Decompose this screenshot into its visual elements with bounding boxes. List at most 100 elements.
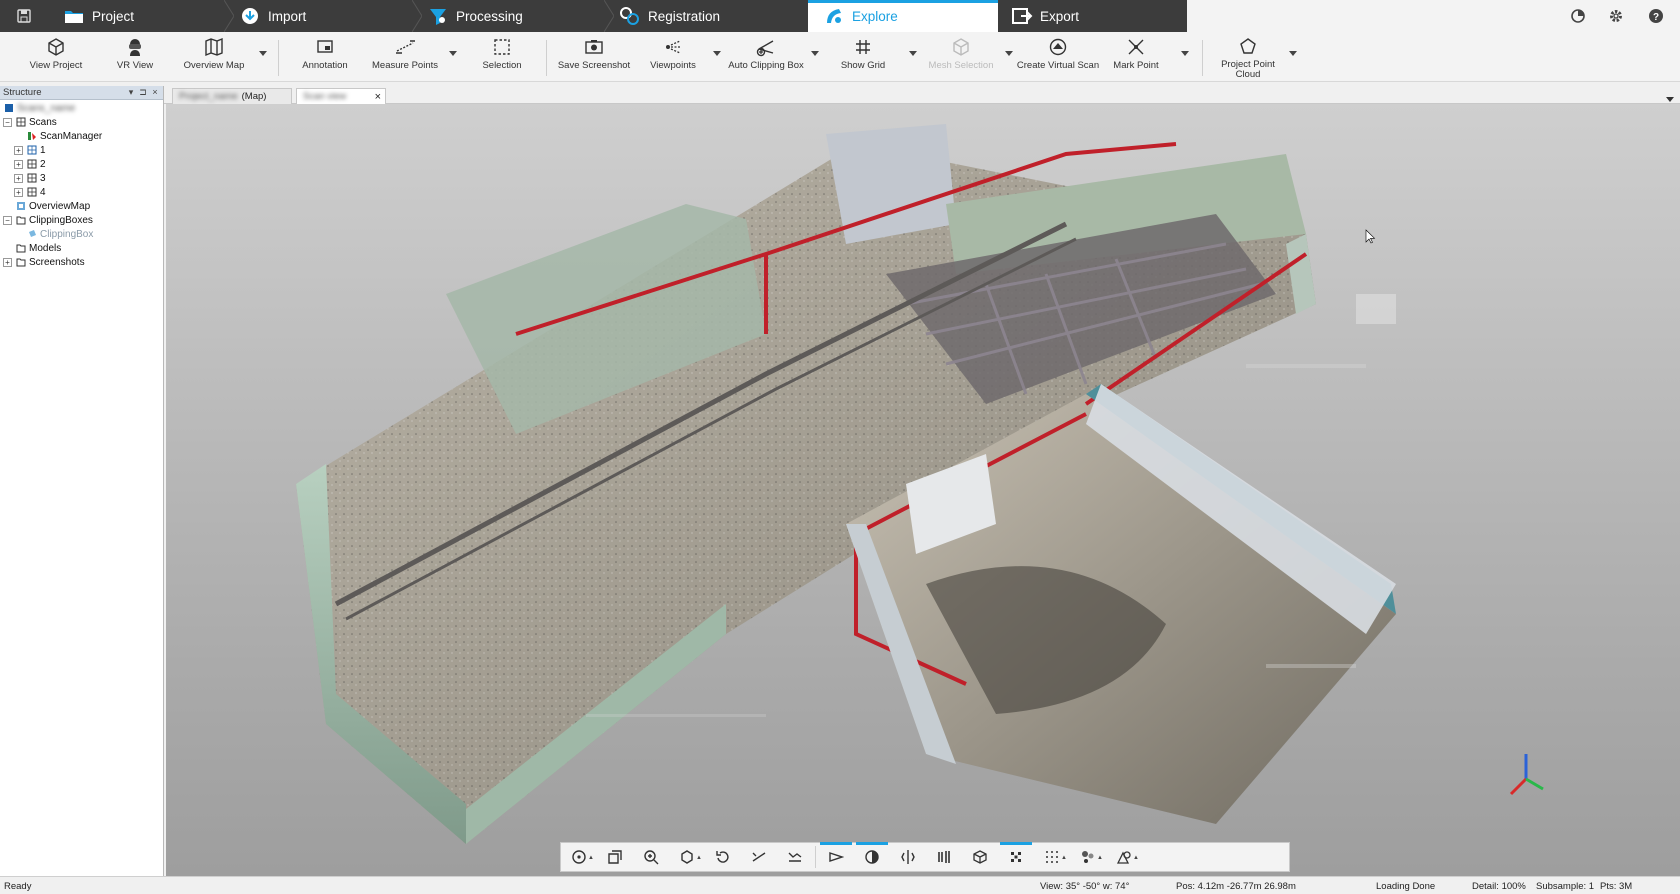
structure-header: Structure ▾ ⊐ × (0, 86, 163, 100)
box-clip-button[interactable] (962, 843, 998, 871)
mark-point-dropdown[interactable] (1180, 48, 1190, 58)
chevron-down-icon (909, 50, 917, 56)
clipping-icon (829, 852, 844, 862)
zoom-icon (644, 850, 659, 865)
tree-label: OverviewMap (29, 200, 91, 212)
tree-item-scan-1[interactable]: + 1 (14, 143, 46, 157)
panel-menu-button[interactable]: ▾ (126, 87, 136, 98)
tab-export[interactable]: Export (1010, 0, 1180, 32)
profile-button[interactable] (777, 843, 813, 871)
tree-item-scan-2[interactable]: + 2 (14, 157, 46, 171)
point-cloud-viewport[interactable]: ▲ ▲ ▲ ▲ ▲ (166, 104, 1680, 876)
chevron-down-icon (1666, 97, 1674, 102)
tree-item-models[interactable]: Models (15, 241, 61, 255)
collapse-icon[interactable]: − (3, 215, 12, 225)
camera-icon (581, 34, 607, 60)
panel-title: Structure (3, 87, 42, 98)
rotate-button[interactable] (705, 843, 741, 871)
vr-view-button[interactable]: VR View (112, 34, 158, 71)
mark-point-button[interactable]: Mark Point (1112, 34, 1160, 71)
expand-icon[interactable]: + (14, 173, 23, 183)
viewpoints-dropdown[interactable] (712, 48, 722, 58)
annotation-button[interactable]: Annotation (298, 34, 352, 71)
expand-icon[interactable]: + (3, 257, 12, 267)
tab-registration[interactable]: Registration (618, 0, 788, 32)
ribbon-separator (278, 40, 279, 76)
chevron-down-icon (259, 50, 267, 56)
scan-icon (26, 187, 37, 198)
folder-icon (15, 257, 26, 268)
tab-import[interactable]: Import (238, 0, 404, 32)
project-point-cloud-button[interactable]: Project Point Cloud (1220, 34, 1276, 80)
color-mode-button[interactable]: ▲ (1070, 843, 1106, 871)
show-grid-button[interactable]: Show Grid (840, 34, 886, 71)
measure-mode-button[interactable] (741, 843, 777, 871)
expand-icon[interactable]: + (14, 145, 23, 155)
pin-icon[interactable]: ⊐ (138, 87, 148, 98)
save-screenshot-button[interactable]: Save Screenshot (558, 34, 630, 71)
tree-item-overview-map[interactable]: OverviewMap (15, 199, 90, 213)
project-point-cloud-dropdown[interactable] (1288, 48, 1298, 58)
shading-toggle-button[interactable] (854, 842, 890, 871)
tab-processing[interactable]: Processing (426, 0, 596, 32)
close-icon[interactable]: × (150, 87, 160, 98)
slice-button[interactable] (926, 843, 962, 871)
tree-item-clipping-boxes[interactable]: − ClippingBoxes (3, 213, 93, 227)
tree-root[interactable]: Scans_name (3, 101, 75, 115)
tab-label: Project (92, 8, 135, 24)
tab-explore[interactable]: Explore (808, 0, 998, 32)
slice-icon (938, 851, 950, 863)
auto-clipping-box-button[interactable]: Auto Clipping Box (728, 34, 804, 71)
close-icon[interactable]: × (375, 91, 381, 103)
expand-icon[interactable]: + (14, 187, 23, 197)
mesh-selection-dropdown[interactable] (1004, 48, 1014, 58)
measure-points-dropdown[interactable] (448, 48, 458, 58)
view-project-button[interactable]: View Project (28, 34, 84, 71)
tree-item-scan-manager[interactable]: ScanManager (26, 129, 102, 143)
tree-item-scans[interactable]: − Scans (3, 115, 57, 129)
settings-button[interactable] (1606, 6, 1626, 26)
overview-map-dropdown[interactable] (258, 48, 268, 58)
point-size-button[interactable] (998, 842, 1034, 871)
rotate-icon (716, 851, 729, 863)
measure-icon (752, 852, 766, 862)
zoom-button[interactable] (633, 843, 669, 871)
tab-project[interactable]: Project (62, 0, 228, 32)
overview-map-button[interactable]: Overview Map (184, 34, 244, 71)
navigation-mode-button[interactable]: ▲ (561, 843, 597, 871)
tree-label: ClippingBox (40, 228, 94, 240)
view-cube-button[interactable] (597, 843, 633, 871)
expand-icon[interactable]: + (14, 159, 23, 169)
axis-gizmo[interactable] (1509, 754, 1544, 796)
tab-label: Processing (456, 8, 523, 24)
funnel-icon (426, 5, 450, 27)
viewpoints-button[interactable]: Viewpoints (650, 34, 696, 71)
selection-icon (489, 34, 515, 60)
save-button[interactable] (0, 0, 48, 32)
doc-tab-map[interactable]: Project_name (Map) (172, 88, 292, 104)
measure-points-button[interactable]: Measure Points (372, 34, 438, 71)
auto-clipping-box-dropdown[interactable] (810, 48, 820, 58)
view-presets-button[interactable]: ▲ (669, 843, 705, 871)
clipping-toggle-button[interactable] (818, 842, 854, 871)
tree-item-clipping-box[interactable]: ClippingBox (26, 227, 93, 241)
tree-label: ClippingBoxes (29, 214, 93, 226)
tree-label: Scans_name (17, 102, 76, 114)
doc-tab-scan[interactable]: Scan view × (296, 88, 386, 104)
tree-item-scan-3[interactable]: + 3 (14, 171, 46, 185)
tree-label: 1 (40, 144, 46, 156)
shapes-button[interactable]: ▲ (1106, 843, 1142, 871)
point-cloud-scene (296, 124, 1544, 844)
statistics-button[interactable] (1568, 6, 1588, 26)
density-button[interactable]: ▲ (1034, 843, 1070, 871)
show-grid-dropdown[interactable] (908, 48, 918, 58)
collapse-icon[interactable]: − (3, 117, 12, 127)
split-view-button[interactable] (890, 843, 926, 871)
selection-button[interactable]: Selection (482, 34, 522, 71)
mesh-selection-button[interactable]: Mesh Selection (929, 34, 993, 71)
tree-item-screenshots[interactable]: + Screenshots (3, 255, 85, 269)
workflow-tabs: Project Import Processing Registration E… (48, 0, 1187, 32)
tree-item-scan-4[interactable]: + 4 (14, 185, 46, 199)
create-virtual-scan-button[interactable]: Create Virtual Scan (1017, 34, 1099, 71)
help-button[interactable]: ? (1646, 6, 1666, 26)
